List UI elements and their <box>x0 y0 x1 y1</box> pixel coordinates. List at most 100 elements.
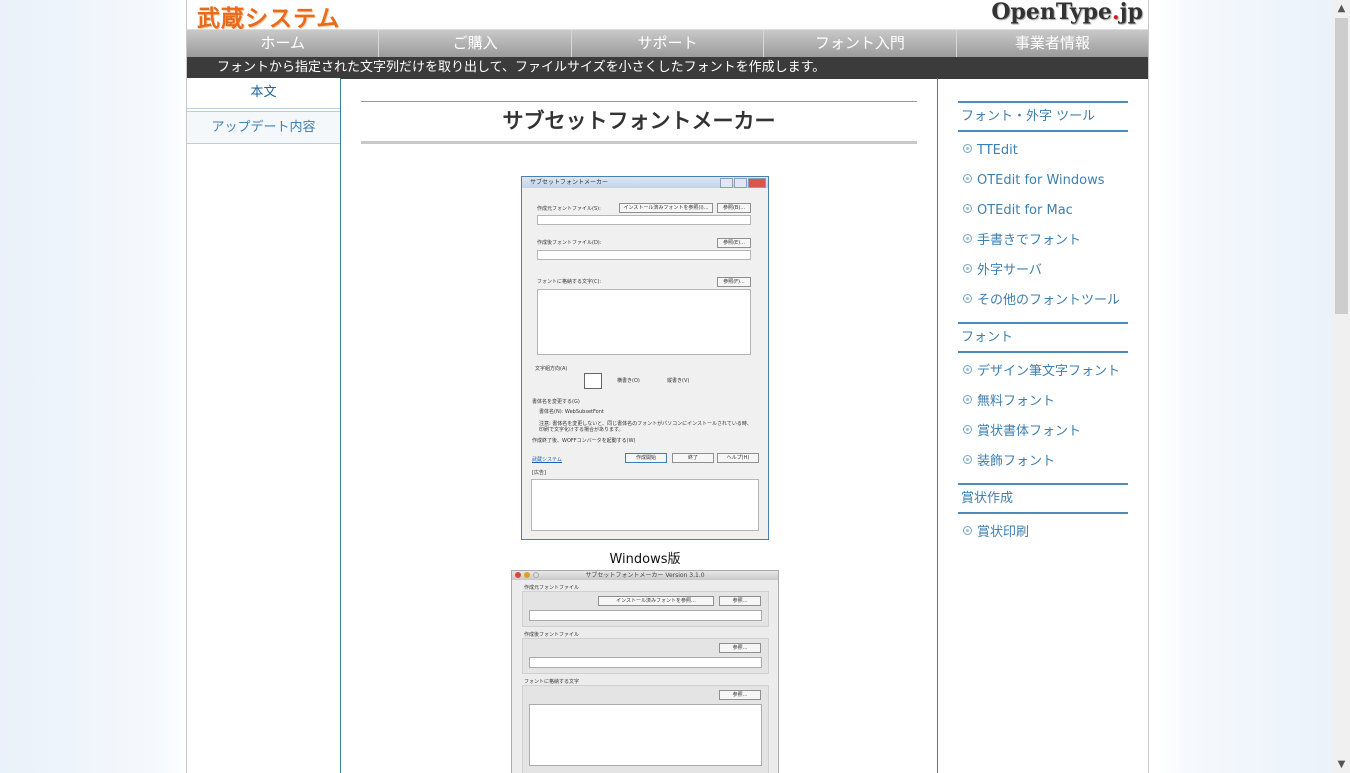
win-woff-check: 作成終了後、WOFFコンバータを起動する(W) <box>532 438 636 444</box>
vertical-scrollbar[interactable]: ▲ ▼ <box>1333 0 1350 773</box>
bullet-icon <box>963 425 972 434</box>
link-label: OTEdit for Windows <box>977 173 1105 188</box>
mac-zoom-icon <box>533 572 539 578</box>
mac-titlebar: サブセットフォントメーカー Version 3.1.0 <box>512 571 778 580</box>
site-header: 武蔵システム OpenType.jp <box>187 0 1148 32</box>
win-exit-button: 終了 <box>672 453 714 463</box>
link-otedit-mac[interactable]: OTEdit for Mac <box>963 196 1148 226</box>
link-otedit-windows[interactable]: OTEdit for Windows <box>963 166 1148 196</box>
bullet-icon <box>963 395 972 404</box>
link-design-brush-font[interactable]: デザイン筆文字フォント <box>963 357 1148 387</box>
mac-screenshot: サブセットフォントメーカー Version 3.1.0 作成元フォントファイル … <box>511 570 779 773</box>
win-vertical-radio: 縦書き(V) <box>667 378 690 384</box>
bullet-icon <box>963 234 972 243</box>
win-dest-field <box>537 250 751 260</box>
link-label: 賞状書体フォント <box>977 424 1082 439</box>
mac-source-label: 作成元フォントファイル <box>524 585 580 591</box>
musashi-system-logo[interactable]: 武蔵システム <box>197 0 340 33</box>
scroll-up-arrow-icon[interactable]: ▲ <box>1333 0 1350 17</box>
mac-close-icon <box>515 572 521 578</box>
tab-update-contents[interactable]: アップデート内容 <box>187 111 340 144</box>
win-browse-button-2: 参照(E)... <box>717 238 751 248</box>
link-decorative-font[interactable]: 装飾フォント <box>963 447 1148 477</box>
mac-browse-button-2: 参照... <box>719 643 761 653</box>
link-label: その他のフォントツール <box>977 293 1121 308</box>
link-label: TTEdit <box>977 143 1018 158</box>
link-label: 無料フォント <box>977 394 1056 409</box>
bullet-icon <box>963 294 972 303</box>
win-browse-button-3: 参照(F)... <box>717 277 751 287</box>
bullet-icon <box>963 144 972 153</box>
link-ttedit[interactable]: TTEdit <box>963 136 1148 166</box>
maximize-icon <box>734 178 747 188</box>
nav-font-intro[interactable]: フォント入門 <box>764 30 957 57</box>
nav-company-info[interactable]: 事業者情報 <box>957 30 1148 57</box>
mac-installed-button: インストール済みフォントを参照... <box>598 596 714 606</box>
link-other-font-tools[interactable]: その他のフォントツール <box>963 286 1148 316</box>
link-label: 装飾フォント <box>977 454 1056 469</box>
win-fontname-label: 書体名(N): WebSubsetFont <box>539 409 604 415</box>
left-tabs: 本文 アップデート内容 <box>187 78 341 773</box>
win-chars-area <box>537 289 751 355</box>
bullet-icon <box>963 365 972 374</box>
scroll-thumb[interactable] <box>1335 18 1348 314</box>
win-controls <box>720 178 766 188</box>
bullet-icon <box>963 264 972 273</box>
win-browse-button-1: 参照(B)... <box>717 203 751 213</box>
link-certificate-print[interactable]: 賞状印刷 <box>963 518 1148 548</box>
nav-home[interactable]: ホーム <box>187 30 380 57</box>
tagline: フォントから指定された文字列だけを取り出して、ファイルサイズを小さくしたフォント… <box>187 57 1148 79</box>
link-handwriting-font[interactable]: 手書きでフォント <box>963 226 1148 256</box>
win-ad-label: [広告] <box>532 470 546 476</box>
section-fonts: フォント <box>958 322 1128 353</box>
close-icon <box>748 178 766 188</box>
main-nav: ホーム ご購入 サポート フォント入門 事業者情報 <box>187 29 1148 57</box>
link-label: 手書きでフォント <box>977 233 1082 248</box>
main-content: サブセットフォントメーカー サブセットフォントメーカー 作成元フォントファイル(… <box>361 78 917 773</box>
mac-chars-label: フォントに格納する文字 <box>524 679 580 685</box>
mac-browse-button-3: 参照... <box>719 690 761 700</box>
link-gaiji-server[interactable]: 外字サーバ <box>963 256 1148 286</box>
opentype-jp-logo[interactable]: OpenType.jp <box>991 0 1143 25</box>
link-label: デザイン筆文字フォント <box>977 364 1121 379</box>
win-titlebar: サブセットフォントメーカー <box>522 177 768 188</box>
link-label: 賞状印刷 <box>977 525 1030 540</box>
link-label: 外字サーバ <box>977 263 1042 278</box>
win-ad-area <box>531 479 759 531</box>
link-free-font[interactable]: 無料フォント <box>963 387 1148 417</box>
link-certificate-font[interactable]: 賞状書体フォント <box>963 417 1148 447</box>
link-label: OTEdit for Mac <box>977 203 1073 218</box>
win-rename-check: 書体名を変更する(G) <box>532 399 580 405</box>
scroll-down-arrow-icon[interactable]: ▼ <box>1333 756 1350 773</box>
bullet-icon <box>963 174 972 183</box>
section-certificate: 賞状作成 <box>958 483 1128 514</box>
mac-dest-field <box>529 657 762 668</box>
win-installed-button: インストール済みフォントを参照(I)... <box>619 203 713 213</box>
nav-purchase[interactable]: ご購入 <box>379 30 572 57</box>
page-title: サブセットフォントメーカー <box>361 101 917 144</box>
logo-dot: . <box>1111 0 1120 25</box>
win-source-label: 作成元フォントファイル(S): <box>537 206 601 212</box>
win-horizontal-radio: 横書き(O) <box>617 378 640 384</box>
win-link: 武蔵システム <box>532 457 562 463</box>
vertical-text-icon <box>584 373 602 389</box>
win-source-field <box>537 215 751 225</box>
mac-minimize-icon <box>524 572 530 578</box>
mac-source-field <box>529 610 762 621</box>
win-note: 注意: 書体名を変更しないと、同じ書体名のフォントがパソコンにインストールされて… <box>539 421 752 433</box>
win-help-button: ヘルプ(H) <box>717 453 759 463</box>
win-direction-label: 文字組方向(A) <box>535 366 568 372</box>
right-sidebar: フォント・外字 ツール TTEdit OTEdit for Windows OT… <box>937 78 1148 773</box>
nav-support[interactable]: サポート <box>572 30 765 57</box>
bullet-icon <box>963 526 972 535</box>
windows-screenshot: サブセットフォントメーカー 作成元フォントファイル(S): インストール済みフォ… <box>521 176 769 540</box>
logo-text-a: OpenType <box>991 0 1112 25</box>
tab-main-text[interactable]: 本文 <box>187 78 340 109</box>
page-container: 武蔵システム OpenType.jp ホーム ご購入 サポート フォント入門 事… <box>186 0 1149 773</box>
bullet-icon <box>963 455 972 464</box>
minimize-icon <box>720 178 733 188</box>
mac-title: サブセットフォントメーカー Version 3.1.0 <box>585 572 705 579</box>
mac-chars-area <box>529 704 762 766</box>
win-chars-label: フォントに格納する文字(C): <box>537 279 602 285</box>
mac-dest-label: 作成後フォントファイル <box>524 632 580 638</box>
